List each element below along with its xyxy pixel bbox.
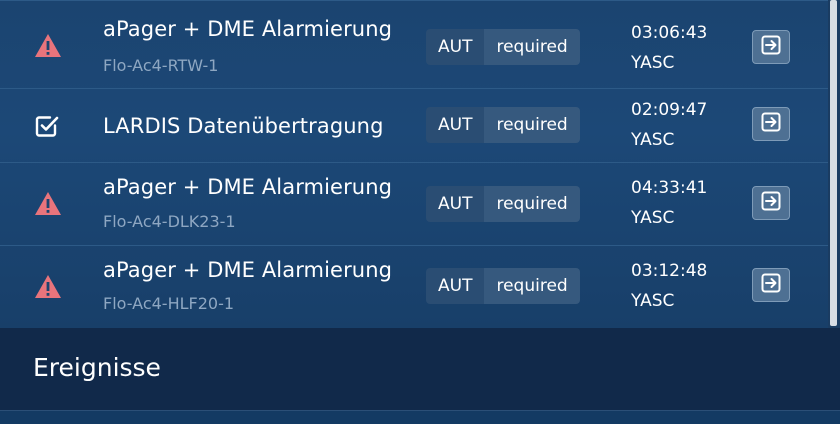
task-row[interactable]: aPager + DME Alarmierung Flo-Ac4-DLK23-1… [0,163,828,246]
task-time: 02:09:47 [631,100,708,120]
events-section-header[interactable]: Ereignisse [0,328,840,411]
task-assignee: YASC [631,291,675,311]
warning-triangle-icon [34,274,62,300]
status-badge: AUT required [426,268,580,304]
arrow-right-box-icon [761,273,781,297]
status-badge: AUT required [426,29,580,65]
arrow-right-box-icon [761,191,781,215]
arrow-right-box-icon [761,112,781,136]
section-title: Ereignisse [33,353,161,382]
task-time: 03:06:43 [631,23,708,43]
badge-type: AUT [426,268,485,304]
checkbox-checked-icon [35,113,63,139]
arrow-right-box-icon [761,35,781,59]
warning-triangle-icon [34,33,62,59]
task-time: 03:12:48 [631,261,708,281]
task-assignee: YASC [631,130,675,150]
task-subtitle: Flo-Ac4-RTW-1 [103,56,219,75]
badge-type: AUT [426,29,485,65]
open-task-button[interactable] [752,186,790,220]
task-time: 04:33:41 [631,178,708,198]
task-row[interactable]: aPager + DME Alarmierung Flo-Ac4-HLF20-1… [0,246,828,328]
task-title: aPager + DME Alarmierung [103,258,393,282]
task-title: aPager + DME Alarmierung [103,17,393,41]
task-screen: aPager + DME Alarmierung Flo-Ac4-RTW-1 A… [0,0,840,424]
open-task-button[interactable] [752,107,790,141]
status-badge: AUT required [426,186,580,222]
scrollbar-thumb[interactable] [830,0,837,326]
events-list-top [0,411,840,424]
warning-triangle-icon [34,191,62,217]
task-assignee: YASC [631,53,675,73]
badge-type: AUT [426,186,485,222]
badge-type: AUT [426,107,485,143]
task-subtitle: Flo-Ac4-HLF20-1 [103,294,235,313]
badge-state: required [484,186,580,222]
task-title: LARDIS Datenübertragung [103,114,384,138]
task-subtitle: Flo-Ac4-DLK23-1 [103,212,236,231]
task-assignee: YASC [631,208,675,228]
task-row[interactable]: aPager + DME Alarmierung Flo-Ac4-RTW-1 A… [0,0,828,89]
badge-state: required [484,29,580,65]
task-row[interactable]: LARDIS Datenübertragung AUT required 02:… [0,89,828,163]
open-task-button[interactable] [752,268,790,302]
task-list: aPager + DME Alarmierung Flo-Ac4-RTW-1 A… [0,0,828,328]
badge-state: required [484,268,580,304]
open-task-button[interactable] [752,30,790,64]
status-badge: AUT required [426,107,580,143]
task-title: aPager + DME Alarmierung [103,175,393,199]
badge-state: required [484,107,580,143]
